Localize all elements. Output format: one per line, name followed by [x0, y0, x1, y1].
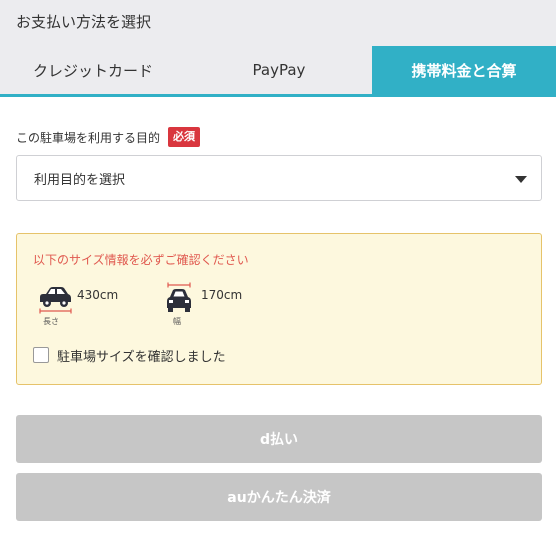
payment-content: この駐車場を利用する目的 必須 利用目的を選択 以下のサイズ情報を必ずご確認くだ…: [0, 97, 556, 541]
page-title: お支払い方法を選択: [16, 13, 152, 31]
tab-carrier-billing[interactable]: 携帯料金と合算: [372, 46, 556, 94]
tab-paypay[interactable]: PayPay: [186, 46, 372, 94]
size-width: 170cm 幅: [163, 282, 283, 326]
purpose-label-row: この駐車場を利用する目的 必須: [16, 125, 201, 149]
caret-down-icon: [515, 176, 527, 183]
d-pay-button[interactable]: d払い: [16, 415, 542, 463]
size-confirm-row[interactable]: 駐車場サイズを確認しました: [33, 345, 226, 365]
size-length-caption: 長さ: [43, 317, 59, 326]
size-notice: 以下のサイズ情報を必ずご確認ください 430cm 長さ 170cm 幅 駐車場サ…: [16, 233, 542, 385]
tab-credit-card[interactable]: クレジットカード: [0, 46, 186, 94]
header: お支払い方法を選択: [0, 0, 556, 46]
payment-tabs: クレジットカード PayPay 携帯料金と合算: [0, 46, 556, 94]
car-front-width-icon: [167, 282, 191, 312]
size-notice-title: 以下のサイズ情報を必ずご確認ください: [33, 253, 249, 267]
au-pay-button[interactable]: auかんたん決済: [16, 473, 542, 521]
required-badge: 必須: [168, 127, 201, 147]
size-width-value: 170cm: [201, 288, 243, 302]
purpose-select[interactable]: 利用目的を選択: [16, 155, 542, 201]
size-confirm-checkbox[interactable]: [33, 347, 49, 363]
car-side-length-icon: [39, 287, 72, 314]
purpose-label: この駐車場を利用する目的: [16, 130, 161, 145]
size-confirm-label[interactable]: 駐車場サイズを確認しました: [57, 346, 226, 365]
size-length: 430cm 長さ: [37, 282, 157, 326]
purpose-select-value: 利用目的を選択: [34, 173, 126, 188]
size-width-caption: 幅: [173, 317, 181, 326]
size-length-value: 430cm: [77, 288, 119, 302]
